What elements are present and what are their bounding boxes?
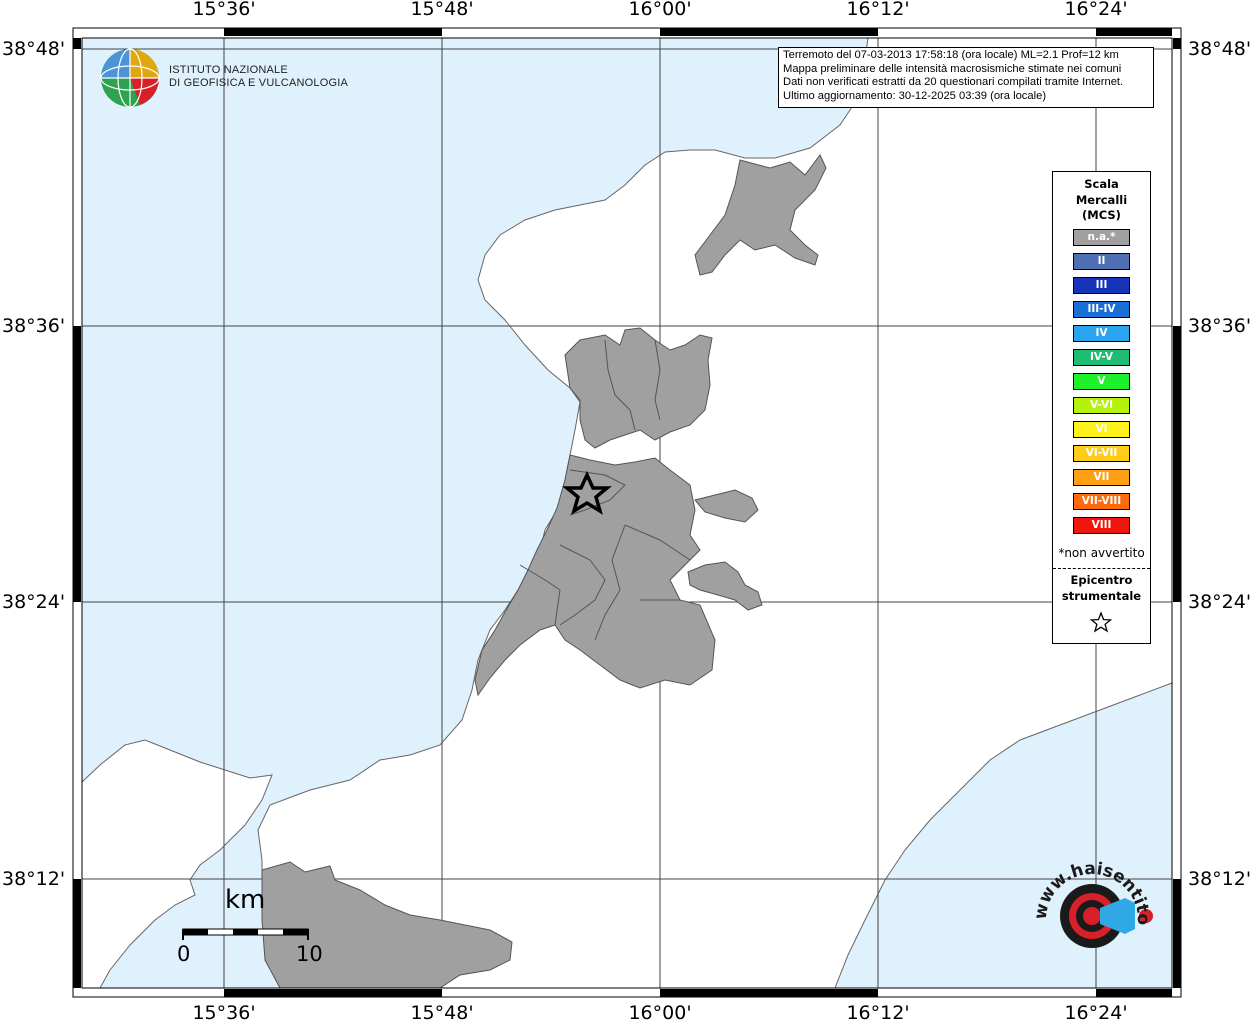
legend-item: II (1073, 253, 1130, 270)
lat-label-right-1: 38°48' (1188, 38, 1252, 60)
ingv-logo-line2: DI GEOFISICA E VULCANOLOGIA (169, 77, 348, 89)
scale-bar-start: 0 (177, 942, 191, 966)
lon-label-top-4: 16°12' (846, 0, 910, 20)
legend-item: VI-VII (1073, 445, 1130, 462)
lat-label-left-3: 38°24' (2, 591, 66, 613)
legend-item: III-IV (1073, 301, 1130, 318)
legend-item: VI (1073, 421, 1130, 438)
lon-label-top-2: 15°48' (410, 0, 474, 20)
legend-title-line3: (MCS) (1082, 208, 1121, 222)
lon-label-bottom-4: 16°12' (846, 1002, 910, 1024)
legend-item: n.a.* (1073, 229, 1130, 246)
legend-item: V (1073, 373, 1130, 390)
legend-separator (1053, 568, 1150, 569)
lon-label-bottom-3: 16°00' (628, 1002, 692, 1024)
scale-bar-end: 10 (296, 942, 323, 966)
legend-item: VIII (1073, 517, 1130, 534)
event-info-line4: Ultimo aggiornamento: 30-12-2025 03:39 (… (783, 89, 1047, 102)
legend-epicenter-label: Epicentro strumentale (1053, 573, 1150, 604)
lat-label-left-1: 38°48' (2, 38, 66, 60)
ingv-logo-text: ISTITUTO NAZIONALE DI GEOFISICA E VULCAN… (169, 64, 348, 90)
lon-label-top-5: 16°24' (1064, 0, 1128, 20)
legend-epicenter-line1: Epicentro (1070, 573, 1133, 587)
lon-label-bottom-1: 15°36' (192, 1002, 256, 1024)
legend-star-icon (1089, 611, 1113, 633)
legend-item: VII-VIII (1073, 493, 1130, 510)
lat-label-right-4: 38°12' (1188, 868, 1252, 890)
mcs-legend: Scala Mercalli (MCS) n.a.* II III III-IV IV I… (1052, 171, 1151, 644)
legend-title-line1: Scala (1084, 177, 1119, 191)
legend-item: IV-V (1073, 349, 1130, 366)
scale-bar-unit: km (225, 885, 266, 915)
lat-label-right-3: 38°24' (1188, 591, 1252, 613)
event-info-box: Terremoto del 07-03-2013 17:58:18 (ora l… (778, 47, 1154, 108)
lon-label-bottom-5: 16°24' (1064, 1002, 1128, 1024)
event-info-line3: Dati non verificati estratti da 20 quest… (783, 76, 1124, 88)
event-info-line1: Terremoto del 07-03-2013 17:58:18 (ora l… (783, 49, 1119, 61)
legend-epicenter-line2: strumentale (1061, 588, 1142, 603)
ingv-logo-line1: ISTITUTO NAZIONALE (169, 64, 288, 76)
ingv-logo-icon (100, 48, 160, 108)
legend-item: VII (1073, 469, 1130, 486)
lat-label-left-4: 38°12' (2, 868, 66, 890)
legend-note: *non avvertito (1058, 546, 1145, 560)
legend-item: III (1073, 277, 1130, 294)
lon-label-top-3: 16°00' (628, 0, 692, 20)
lat-label-right-2: 38°36' (1188, 315, 1252, 337)
lon-label-bottom-2: 15°48' (410, 1002, 474, 1024)
legend-item: V-VI (1073, 397, 1130, 414)
legend-item: IV (1073, 325, 1130, 342)
legend-title: Scala Mercalli (MCS) (1053, 177, 1150, 224)
lon-label-top-1: 15°36' (192, 0, 256, 20)
lat-label-left-2: 38°36' (2, 315, 66, 337)
legend-title-line2: Mercalli (1075, 192, 1128, 207)
event-info-line2: Mappa preliminare delle intensità macros… (783, 62, 1122, 75)
